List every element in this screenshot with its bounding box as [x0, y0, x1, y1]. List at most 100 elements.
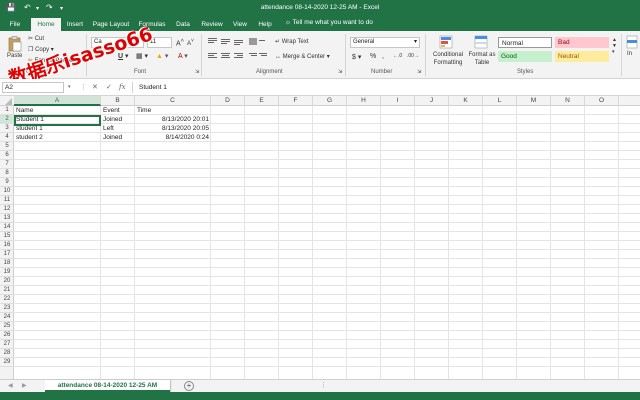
- cell-c1[interactable]: Time: [135, 106, 211, 115]
- column-header-f[interactable]: F: [279, 96, 313, 106]
- formula-input[interactable]: Student 1: [132, 82, 637, 93]
- column-header-h[interactable]: H: [347, 96, 381, 106]
- cell-c2[interactable]: 8/13/2020 20:01: [135, 115, 211, 124]
- percent-style-icon[interactable]: %: [370, 53, 376, 60]
- row-header-22[interactable]: 22: [0, 295, 14, 304]
- tab-insert[interactable]: Insert: [62, 18, 88, 31]
- alignment-dialog-launcher-icon[interactable]: ⇲: [338, 69, 342, 75]
- column-header-d[interactable]: D: [211, 96, 245, 106]
- column-header-k[interactable]: K: [449, 96, 483, 106]
- cell-c3[interactable]: 8/13/2020 20:05: [135, 124, 211, 133]
- row-header-18[interactable]: 18: [0, 259, 14, 268]
- row-header-19[interactable]: 19: [0, 268, 14, 277]
- decrease-font-icon[interactable]: A˅: [187, 38, 194, 47]
- column-header-b[interactable]: B: [101, 96, 135, 106]
- styles-scroll-icon[interactable]: ▲ ▼ ▾: [612, 37, 617, 55]
- wrap-text-button[interactable]: ↵ Wrap Text: [275, 38, 309, 45]
- row-header-29[interactable]: 29: [0, 358, 14, 367]
- row-header-17[interactable]: 17: [0, 250, 14, 259]
- row-header-16[interactable]: 16: [0, 241, 14, 250]
- sheet-prev-icon[interactable]: ◀: [8, 382, 13, 389]
- format-as-table-button[interactable]: Format as Table: [467, 51, 497, 67]
- row-header-23[interactable]: 23: [0, 304, 14, 313]
- column-header-n[interactable]: N: [551, 96, 585, 106]
- conditional-formatting-icon[interactable]: [439, 35, 453, 49]
- row-header-13[interactable]: 13: [0, 214, 14, 223]
- cell-b3[interactable]: Left: [101, 124, 135, 133]
- row-header-21[interactable]: 21: [0, 286, 14, 295]
- row-header-10[interactable]: 10: [0, 187, 14, 196]
- paste-button[interactable]: Paste: [7, 53, 22, 59]
- column-header-i[interactable]: I: [381, 96, 415, 106]
- row-header-24[interactable]: 24: [0, 313, 14, 322]
- format-as-table-icon[interactable]: [474, 35, 488, 49]
- style-good[interactable]: Good: [498, 51, 552, 62]
- row-header-15[interactable]: 15: [0, 232, 14, 241]
- column-header-l[interactable]: L: [483, 96, 517, 106]
- tab-file[interactable]: File: [4, 18, 26, 31]
- name-box[interactable]: A2: [2, 82, 64, 93]
- align-top-middle-bottom-icons[interactable]: [207, 37, 269, 46]
- row-header-20[interactable]: 20: [0, 277, 14, 286]
- cell-c4[interactable]: 8/14/2020 0:24: [135, 133, 211, 142]
- tab-view[interactable]: View: [230, 18, 250, 31]
- row-header-26[interactable]: 26: [0, 331, 14, 340]
- cut-button[interactable]: ✂ Cut: [28, 35, 44, 42]
- style-bad[interactable]: Bad: [555, 37, 609, 48]
- insert-cells-icon[interactable]: [626, 35, 638, 49]
- row-header-3[interactable]: 3: [0, 124, 14, 133]
- increase-decimal-icon[interactable]: ←.0: [393, 53, 402, 59]
- worksheet-grid[interactable]: ABCDEFGHIJKLMNO 1 2 3 4 5 6 7 8 9 10 11 12 13 14 15 16 1…: [0, 96, 640, 379]
- enter-icon[interactable]: ✓: [106, 83, 112, 91]
- column-header-m[interactable]: M: [517, 96, 551, 106]
- column-header-e[interactable]: E: [245, 96, 279, 106]
- row-header-4[interactable]: 4: [0, 133, 14, 142]
- tab-splitter-icon[interactable]: ⋮: [320, 381, 327, 389]
- cancel-icon[interactable]: ✕: [92, 83, 98, 91]
- row-header-28[interactable]: 28: [0, 349, 14, 358]
- sheet-next-icon[interactable]: ▶: [22, 382, 27, 389]
- row-header-12[interactable]: 12: [0, 205, 14, 214]
- merge-center-button[interactable]: ↔ Merge & Center ▾: [275, 53, 330, 60]
- row-header-7[interactable]: 7: [0, 160, 14, 169]
- font-dialog-launcher-icon[interactable]: ⇲: [195, 69, 199, 75]
- tab-home[interactable]: Home: [31, 18, 61, 31]
- row-header-8[interactable]: 8: [0, 169, 14, 178]
- accounting-format-icon[interactable]: $ ▾: [352, 53, 361, 61]
- sheet-tab[interactable]: attendance 08-14-2020 12-25 AM: [45, 380, 170, 392]
- conditional-formatting-button[interactable]: Conditional Formatting: [430, 51, 466, 67]
- cell-b2[interactable]: Joined: [101, 115, 135, 124]
- tab-data[interactable]: Data: [173, 18, 193, 31]
- row-header-25[interactable]: 25: [0, 322, 14, 331]
- cell-b4[interactable]: Joined: [101, 133, 135, 142]
- row-header-27[interactable]: 27: [0, 340, 14, 349]
- column-header-c[interactable]: C: [135, 96, 211, 106]
- row-header-5[interactable]: 5: [0, 142, 14, 151]
- row-header-6[interactable]: 6: [0, 151, 14, 160]
- row-header-1[interactable]: 1: [0, 106, 14, 115]
- row-header-9[interactable]: 9: [0, 178, 14, 187]
- tab-help[interactable]: Help: [255, 18, 275, 31]
- number-dialog-launcher-icon[interactable]: ⇲: [417, 69, 421, 75]
- align-left-center-right-icons[interactable]: [207, 52, 269, 61]
- style-neutral[interactable]: Neutral: [555, 51, 609, 62]
- column-header-o[interactable]: O: [585, 96, 619, 106]
- decrease-decimal-icon[interactable]: .00→: [407, 53, 419, 59]
- cell-b1[interactable]: Event: [101, 106, 135, 115]
- cell-a4[interactable]: student 2: [14, 133, 101, 142]
- column-header-a[interactable]: A: [14, 96, 101, 106]
- insert-cells-button[interactable]: In: [627, 51, 632, 57]
- tab-review[interactable]: Review: [198, 18, 226, 31]
- name-box-dropdown-icon[interactable]: ▾: [68, 84, 71, 90]
- select-all-icon[interactable]: [4, 98, 12, 105]
- paste-icon[interactable]: [8, 36, 22, 52]
- row-header-11[interactable]: 11: [0, 196, 14, 205]
- add-sheet-icon[interactable]: +: [184, 381, 194, 391]
- row-header-14[interactable]: 14: [0, 223, 14, 232]
- row-header-2[interactable]: 2: [0, 115, 14, 124]
- number-format-box[interactable]: General ▾: [350, 37, 420, 48]
- insert-function-icon[interactable]: fx: [119, 83, 126, 91]
- tell-me-search[interactable]: ☼ Tell me what you want to do: [285, 19, 373, 26]
- comma-style-icon[interactable]: ,: [382, 53, 384, 60]
- column-header-g[interactable]: G: [313, 96, 347, 106]
